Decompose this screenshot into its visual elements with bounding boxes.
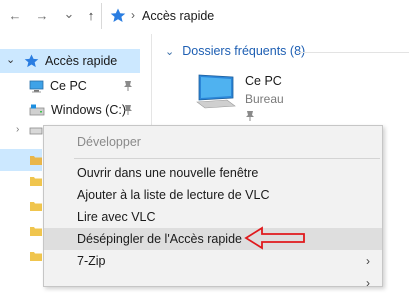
collapse-chevron-icon[interactable]: ⌄	[6, 53, 15, 66]
menu-item-label: Lire avec VLC	[77, 210, 156, 224]
section-divider	[297, 52, 409, 53]
annotation-arrow-icon	[244, 226, 305, 250]
menu-item-label: 7-Zip	[77, 254, 106, 268]
star-icon	[24, 54, 39, 68]
menu-item-label: Désépingler de l'Accès rapide	[77, 232, 242, 246]
menu-item-desepingler-acces-rapide[interactable]: Désépingler de l'Accès rapide	[44, 228, 382, 250]
up-arrow-icon[interactable]: ↑	[84, 9, 98, 23]
pin-icon[interactable]	[123, 80, 133, 92]
submenu-arrow-icon: ›	[366, 276, 370, 290]
address-bar-divider	[101, 3, 102, 29]
folder-icon	[30, 177, 42, 186]
tree-item-ce-pc[interactable]: Ce PC	[29, 76, 87, 96]
tree-item-label: Ce PC	[50, 79, 87, 93]
menu-item-ajouter-liste-vlc[interactable]: Ajouter à la liste de lecture de VLC	[44, 184, 382, 206]
back-arrow-icon[interactable]: ←	[8, 9, 22, 23]
tile-subtitle: Bureau	[245, 92, 284, 106]
pc-icon	[29, 80, 44, 92]
recent-locations-chevron-icon[interactable]: ⌄	[62, 7, 76, 21]
context-menu: Développer Ouvrir dans une nouvelle fenê…	[43, 125, 383, 290]
tree-item-label: Windows (C:)	[51, 103, 127, 117]
menu-item-7zip[interactable]: 7-Zip ›	[44, 250, 382, 272]
collapse-chevron-icon[interactable]: ⌄	[165, 45, 174, 58]
tree-item-label: Accès rapide	[45, 54, 118, 68]
star-icon	[110, 8, 126, 22]
folder-icon	[30, 202, 42, 211]
submenu-arrow-icon: ›	[366, 254, 370, 268]
menu-item-lire-avec-vlc[interactable]: Lire avec VLC	[44, 206, 382, 228]
menu-separator	[74, 158, 380, 159]
pin-icon[interactable]	[123, 104, 133, 116]
expand-chevron-icon[interactable]: ›	[16, 124, 19, 135]
menu-item-ouvrir-nouvelle-fenetre[interactable]: Ouvrir dans une nouvelle fenêtre	[44, 162, 382, 184]
folder-icon	[30, 252, 42, 261]
tree-item-acces-rapide[interactable]: Accès rapide	[24, 51, 117, 71]
menu-item-label: Ouvrir dans une nouvelle fenêtre	[77, 166, 259, 180]
menu-item-label: Ajouter à la liste de lecture de VLC	[77, 188, 270, 202]
menu-item-developper[interactable]: Développer	[44, 131, 382, 153]
forward-arrow-icon[interactable]: →	[35, 9, 49, 23]
breadcrumb-chevron-icon[interactable]: ›	[131, 8, 135, 22]
section-title: Dossiers fréquents (8)	[182, 44, 306, 58]
menu-item-label: Développer	[77, 135, 141, 149]
menu-item-partial[interactable]: ›	[44, 272, 382, 294]
folder-icon	[30, 227, 42, 236]
drive-icon	[29, 127, 43, 135]
tree-item-windows-c[interactable]: Windows (C:)	[29, 100, 126, 120]
tile-title: Ce PC	[245, 74, 282, 88]
pin-icon[interactable]	[245, 110, 255, 122]
folder-icon	[30, 156, 42, 165]
breadcrumb-current[interactable]: Accès rapide	[142, 9, 214, 23]
section-header-dossiers-frequents[interactable]: ⌄ Dossiers fréquents (8)	[165, 44, 305, 58]
monitor-icon	[196, 74, 236, 109]
drive-icon	[29, 104, 45, 115]
